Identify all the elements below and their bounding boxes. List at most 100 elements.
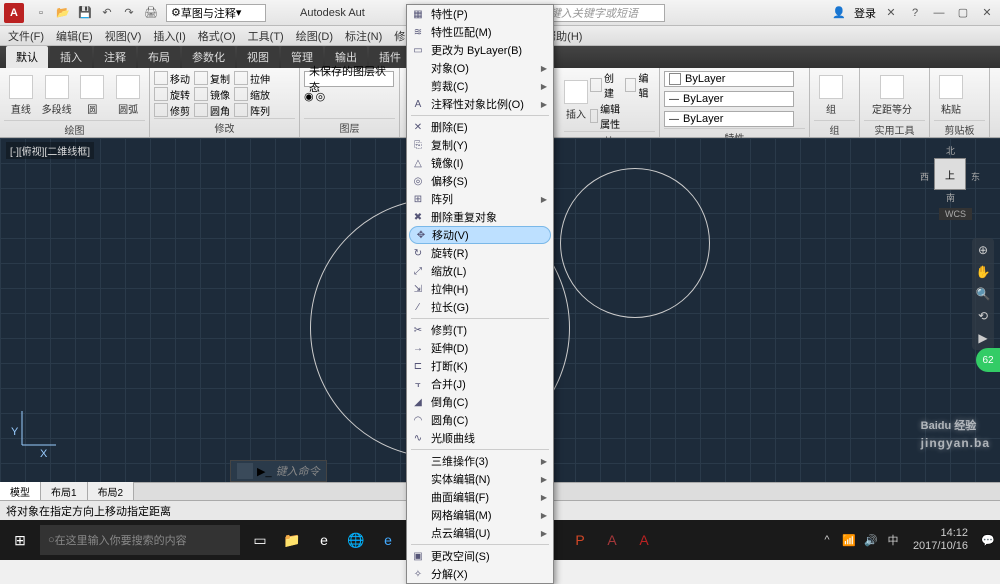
ribbon-tab[interactable]: 插入 <box>50 46 92 68</box>
app-logo[interactable]: A <box>4 3 24 23</box>
context-menu-item[interactable]: ⎘复制(Y) <box>407 136 553 154</box>
modify-tool[interactable]: 移动 <box>154 71 190 86</box>
layer-state-dropdown[interactable]: 未保存的图层状态 <box>304 71 394 87</box>
task-view-icon[interactable]: ▭ <box>244 525 276 555</box>
paste-button[interactable]: 粘贴 <box>934 70 968 120</box>
undo-icon[interactable]: ↶ <box>96 3 118 23</box>
new-icon[interactable]: ▫ <box>30 3 52 23</box>
context-menu-item[interactable]: ≋特性匹配(M) <box>407 23 553 41</box>
command-line[interactable]: ▶_键入命令 <box>230 460 327 482</box>
menu-item[interactable]: 格式(O) <box>198 28 236 44</box>
save-icon[interactable]: 💾 <box>74 3 96 23</box>
modify-tool[interactable]: 缩放 <box>234 87 270 102</box>
exchange-icon[interactable]: ✕ <box>882 4 900 22</box>
zoom-icon[interactable]: 🔍 <box>975 286 991 302</box>
ribbon-tab[interactable]: 默认 <box>6 46 48 68</box>
tray-vol-icon[interactable]: 🔊 <box>863 532 879 548</box>
block-tool[interactable]: 编辑 <box>625 70 656 100</box>
menu-item[interactable]: 文件(F) <box>8 28 44 44</box>
context-menu-item[interactable]: 点云编辑(U) <box>407 524 553 542</box>
modify-tool[interactable]: 阵列 <box>234 103 270 118</box>
wcs-label[interactable]: WCS <box>939 208 972 220</box>
context-menu-item[interactable]: A注释性对象比例(O) <box>407 95 553 113</box>
viewport-label[interactable]: [-][俯视][二维线框] <box>6 142 94 159</box>
context-menu-item[interactable]: ⊞阵列 <box>407 190 553 208</box>
ribbon-tab[interactable]: 参数化 <box>182 46 235 68</box>
modify-tool[interactable]: 复制 <box>194 71 230 86</box>
insert-block-button[interactable]: 插入 <box>564 76 588 126</box>
app-ppt-icon[interactable]: P <box>564 525 596 555</box>
help-search-input[interactable]: 键入关键字或短语 <box>545 4 665 22</box>
measure-button[interactable]: 定距等分 <box>864 70 920 120</box>
help-icon[interactable]: ? <box>906 4 924 22</box>
minimize-icon[interactable]: — <box>930 4 948 22</box>
ribbon-tab[interactable]: 注释 <box>94 46 136 68</box>
context-menu-item[interactable]: ▭更改为 ByLayer(B) <box>407 41 553 59</box>
app-browser-icon[interactable]: 🌐 <box>340 525 372 555</box>
layer-icon[interactable]: ◉ <box>304 90 314 103</box>
context-menu-item[interactable]: △镜像(I) <box>407 154 553 172</box>
layer-icon2[interactable]: ◎ <box>316 90 326 103</box>
context-menu-item[interactable]: ∕拉长(G) <box>407 298 553 316</box>
context-menu-item[interactable]: ⫟合并(J) <box>407 375 553 393</box>
draw-tool-button[interactable]: 圆弧 <box>111 70 145 120</box>
app-autocad-icon[interactable]: A <box>628 525 660 555</box>
context-menu-item[interactable]: ◎偏移(S) <box>407 172 553 190</box>
circle-small[interactable] <box>560 168 710 318</box>
tray-net-icon[interactable]: 📶 <box>841 532 857 548</box>
redo-icon[interactable]: ↷ <box>118 3 140 23</box>
layout-tab[interactable]: 模型 <box>0 482 41 501</box>
context-menu-item[interactable]: ✂修剪(T) <box>407 321 553 339</box>
fullnav-icon[interactable]: ⊕ <box>975 242 991 258</box>
block-tool[interactable]: 创建 <box>590 70 621 100</box>
print-icon[interactable]: 🖨 <box>140 3 162 23</box>
context-menu-item[interactable]: ✖删除重复对象 <box>407 208 553 226</box>
user-icon[interactable]: 👤 <box>830 4 848 22</box>
menu-item[interactable]: 插入(I) <box>153 28 185 44</box>
color-dropdown[interactable]: ByLayer <box>664 71 794 87</box>
context-menu-item[interactable]: ▣更改空间(S) <box>407 547 553 565</box>
context-menu-item[interactable]: 对象(O) <box>407 59 553 77</box>
ribbon-tab[interactable]: 视图 <box>237 46 279 68</box>
menu-item[interactable]: 编辑(E) <box>56 28 93 44</box>
pan-icon[interactable]: ✋ <box>975 264 991 280</box>
block-tool[interactable]: 编辑属性 <box>590 101 621 131</box>
layout-tab[interactable]: 布局2 <box>88 482 135 501</box>
context-menu-item[interactable]: ✥移动(V) <box>409 226 551 244</box>
context-menu-item[interactable]: 网格编辑(M) <box>407 506 553 524</box>
modify-tool[interactable]: 圆角 <box>194 103 230 118</box>
app-access-icon[interactable]: A <box>596 525 628 555</box>
linetype-dropdown[interactable]: — ByLayer <box>664 111 794 127</box>
modify-tool[interactable]: 修剪 <box>154 103 190 118</box>
context-menu-item[interactable]: 三维操作(3) <box>407 452 553 470</box>
menu-item[interactable]: 视图(V) <box>105 28 142 44</box>
draw-tool-button[interactable]: 圆 <box>76 70 110 120</box>
context-menu-item[interactable]: ▦特性(P) <box>407 5 553 23</box>
context-menu-item[interactable]: ⤢缩放(L) <box>407 262 553 280</box>
ribbon-tab[interactable]: 布局 <box>138 46 180 68</box>
showmotion-icon[interactable]: ▶ <box>975 330 991 346</box>
context-menu-item[interactable]: 剪裁(C) <box>407 77 553 95</box>
lineweight-dropdown[interactable]: — ByLayer <box>664 91 794 107</box>
app-edge-icon[interactable]: e <box>308 525 340 555</box>
action-center-icon[interactable]: 💬 <box>980 532 996 548</box>
taskbar-clock[interactable]: 14:122017/10/16 <box>907 527 974 553</box>
menu-item[interactable]: 绘图(D) <box>296 28 333 44</box>
draw-tool-button[interactable]: 直线 <box>4 70 38 120</box>
modify-tool[interactable]: 旋转 <box>154 87 190 102</box>
context-menu-item[interactable]: →延伸(D) <box>407 339 553 357</box>
context-menu-item[interactable]: ⊏打断(K) <box>407 357 553 375</box>
workspace-dropdown[interactable]: ⚙ 草图与注释 ▾ <box>166 4 266 22</box>
group-button[interactable]: 组 <box>814 70 848 120</box>
tray-ime-icon[interactable]: 中 <box>885 532 901 548</box>
context-menu-item[interactable]: ◢倒角(C) <box>407 393 553 411</box>
menu-item[interactable]: 标注(N) <box>345 28 382 44</box>
context-menu-item[interactable]: ✕删除(E) <box>407 118 553 136</box>
menu-item[interactable]: 工具(T) <box>248 28 284 44</box>
context-menu-item[interactable]: 曲面编辑(F) <box>407 488 553 506</box>
close-icon[interactable]: ✕ <box>978 4 996 22</box>
orbit-icon[interactable]: ⟲ <box>975 308 991 324</box>
app-folder-icon[interactable]: 📁 <box>276 525 308 555</box>
context-menu-item[interactable]: ⇲拉伸(H) <box>407 280 553 298</box>
maximize-icon[interactable]: ▢ <box>954 4 972 22</box>
